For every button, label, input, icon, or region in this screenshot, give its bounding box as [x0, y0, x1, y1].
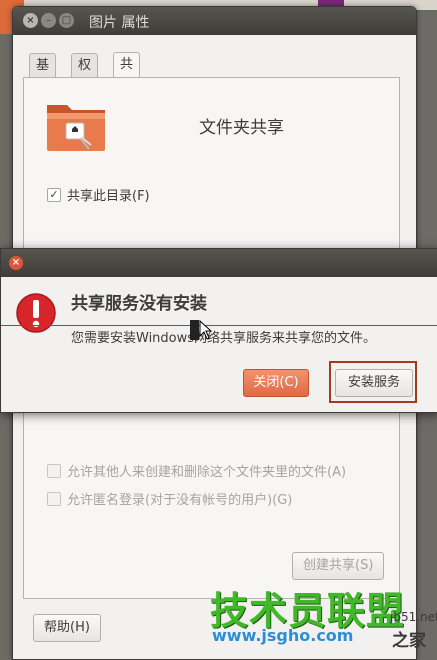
allow-guest-checkbox-row[interactable]: 允许匿名登录(对于没有帐号的用户)(G): [47, 489, 292, 508]
help-button[interactable]: 帮助(H): [33, 614, 101, 642]
window-titlebar[interactable]: × – □ 图片 属性: [13, 7, 416, 35]
share-folder-checkbox[interactable]: ✓: [47, 187, 61, 202]
allow-create-checkbox-row[interactable]: 允许其他人来创建和删除这个文件夹里的文件(A): [47, 461, 346, 480]
share-folder-checkbox-row[interactable]: ✓ 共享此目录(F): [47, 185, 150, 204]
create-share-button[interactable]: 创建共享(S): [292, 552, 385, 580]
watermark-url: www.jsgho.com: [212, 626, 354, 645]
error-icon: [16, 293, 56, 333]
dialog-titlebar[interactable]: ×: [1, 249, 437, 277]
dialog-message: 您需要安装Windows网络共享服务来共享您的文件。: [71, 331, 377, 346]
share-folder-checkbox-label: 共享此目录(F): [67, 189, 150, 204]
folder-share-heading: 文件夹共享: [199, 118, 284, 138]
tab-basic[interactable]: 基本: [29, 53, 57, 96]
annotation-red-line: [1, 325, 437, 326]
install-service-button[interactable]: 安装服务: [335, 369, 413, 397]
window-title: 图片 属性: [89, 15, 150, 31]
share-service-dialog: × 共享服务没有安装 您需要安装Windows网络共享服务来共享您的文件。 关闭…: [0, 248, 437, 413]
allow-guest-checkbox[interactable]: [47, 491, 61, 506]
watermark-jb51: jb51.net: [390, 610, 437, 624]
dialog-close-button[interactable]: 关闭(C): [243, 369, 309, 397]
allow-create-checkbox[interactable]: [47, 463, 61, 478]
allow-guest-checkbox-label: 允许匿名登录(对于没有帐号的用户)(G): [67, 493, 293, 508]
allow-create-checkbox-label: 允许其他人来创建和删除这个文件夹里的文件(A): [67, 465, 347, 480]
window-close-icon[interactable]: ×: [23, 13, 38, 28]
watermark-tail: 之家: [392, 631, 426, 651]
window-minimize-icon[interactable]: –: [41, 13, 56, 28]
window-maximize-icon[interactable]: □: [59, 13, 74, 28]
tab-permissions[interactable]: 权限: [71, 53, 99, 96]
dialog-close-icon[interactable]: ×: [9, 256, 23, 270]
dialog-heading: 共享服务没有安装: [71, 294, 207, 314]
folder-share-icon: [47, 105, 105, 151]
tab-share[interactable]: 共享: [113, 52, 141, 95]
mouse-cursor-icon: [190, 320, 213, 340]
